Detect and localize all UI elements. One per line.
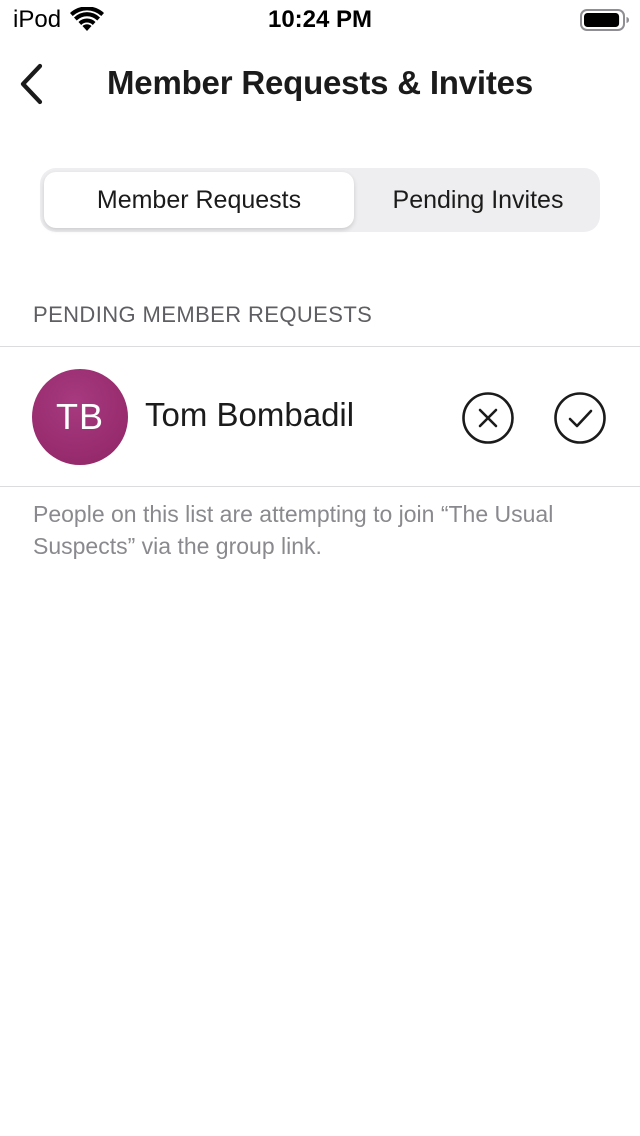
- avatar: TB: [32, 369, 128, 465]
- status-bar: iPod 10:24 PM: [0, 0, 640, 40]
- divider: [0, 346, 640, 347]
- deny-request-button[interactable]: [461, 391, 515, 445]
- segmented-control: Member Requests Pending Invites: [40, 168, 600, 232]
- status-time: 10:24 PM: [267, 6, 373, 33]
- list-item: TB Tom Bombadil: [0, 348, 640, 486]
- footer-description: People on this list are attempting to jo…: [33, 501, 554, 559]
- chevron-left-icon: [20, 63, 43, 105]
- back-button[interactable]: [8, 58, 56, 110]
- x-circle-icon: [462, 392, 514, 444]
- section-header: PENDING MEMBER REQUESTS: [33, 302, 373, 327]
- check-circle-icon: [554, 392, 606, 444]
- page-title: Member Requests & Invites: [107, 64, 533, 101]
- avatar-initials: TB: [55, 396, 104, 437]
- divider: [0, 486, 640, 487]
- navigation-bar: Member Requests & Invites: [0, 44, 640, 128]
- member-name: Tom Bombadil: [145, 396, 355, 433]
- screen: iPod 10:24 PM Member Requests & Invites …: [0, 0, 640, 1136]
- tab-member-requests[interactable]: Member Requests: [44, 172, 354, 228]
- approve-request-button[interactable]: [553, 391, 607, 445]
- battery-icon: [580, 9, 629, 31]
- tab-pending-invites[interactable]: Pending Invites: [360, 172, 596, 228]
